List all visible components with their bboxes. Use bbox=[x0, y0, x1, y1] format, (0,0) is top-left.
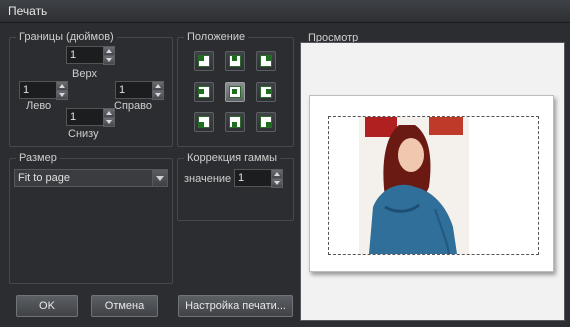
position-top-left-icon bbox=[198, 55, 210, 67]
preview-image bbox=[328, 116, 539, 255]
preview-panel bbox=[300, 42, 565, 321]
position-bottom-right-button[interactable] bbox=[256, 112, 276, 132]
position-middle-right-button[interactable] bbox=[256, 82, 276, 102]
ok-button[interactable]: OK bbox=[16, 295, 78, 317]
print-setup-button[interactable]: Настройка печати... bbox=[178, 295, 293, 317]
margin-bottom-down-arrow-icon[interactable] bbox=[103, 117, 115, 127]
margin-top-label: Верх bbox=[72, 68, 97, 80]
size-group: Размер Fit to page bbox=[9, 151, 173, 284]
position-bottom-left-button[interactable] bbox=[194, 112, 214, 132]
position-center-button[interactable] bbox=[225, 82, 245, 102]
margin-right-value[interactable]: 1 bbox=[115, 81, 154, 99]
position-group-title: Положение bbox=[184, 30, 249, 44]
margins-group-title: Границы (дюймов) bbox=[16, 30, 117, 44]
cancel-button[interactable]: Отмена bbox=[91, 295, 158, 317]
gamma-group-title: Коррекция гаммы bbox=[184, 151, 281, 165]
position-middle-left-icon bbox=[198, 86, 210, 98]
position-top-center-icon bbox=[229, 55, 241, 67]
margin-left-label: Лево bbox=[26, 100, 52, 112]
size-select-value: Fit to page bbox=[18, 172, 70, 184]
margins-group: Границы (дюймов) 1 Верх 1 Лево 1 Справо … bbox=[9, 30, 173, 147]
gamma-group: Коррекция гаммы значение 1 bbox=[177, 151, 294, 221]
position-top-right-icon bbox=[260, 55, 272, 67]
position-bottom-center-icon bbox=[229, 116, 241, 128]
gamma-value-label: значение bbox=[184, 173, 232, 185]
margin-top-stepper[interactable]: 1 bbox=[66, 46, 115, 65]
position-top-right-button[interactable] bbox=[256, 51, 276, 71]
preview-photo bbox=[329, 117, 538, 254]
margin-right-stepper[interactable]: 1 bbox=[115, 81, 164, 100]
margin-bottom-label: Снизу bbox=[68, 128, 99, 140]
position-middle-right-icon bbox=[260, 86, 272, 98]
gamma-stepper[interactable]: 1 bbox=[234, 169, 283, 188]
margin-right-label: Справо bbox=[114, 100, 152, 112]
size-select[interactable]: Fit to page bbox=[14, 169, 168, 187]
gamma-down-arrow-icon[interactable] bbox=[271, 178, 283, 188]
margin-right-down-arrow-icon[interactable] bbox=[152, 90, 164, 100]
size-group-title: Размер bbox=[16, 151, 60, 165]
position-bottom-center-button[interactable] bbox=[225, 112, 245, 132]
chevron-down-icon[interactable] bbox=[152, 170, 167, 186]
window-title: Печать bbox=[8, 4, 48, 18]
preview-paper bbox=[309, 95, 554, 272]
title-bar: Печать bbox=[0, 0, 570, 23]
position-center-icon bbox=[229, 86, 241, 98]
position-top-center-button[interactable] bbox=[225, 51, 245, 71]
gamma-value[interactable]: 1 bbox=[234, 169, 273, 187]
position-bottom-right-icon bbox=[260, 116, 272, 128]
position-bottom-left-icon bbox=[198, 116, 210, 128]
margin-left-value[interactable]: 1 bbox=[19, 81, 58, 99]
margin-bottom-stepper[interactable]: 1 bbox=[66, 108, 115, 127]
margin-top-down-arrow-icon[interactable] bbox=[103, 55, 115, 65]
margin-left-down-arrow-icon[interactable] bbox=[56, 90, 68, 100]
margin-left-stepper[interactable]: 1 bbox=[19, 81, 68, 100]
position-group: Положение bbox=[177, 30, 294, 147]
position-middle-left-button[interactable] bbox=[194, 82, 214, 102]
position-top-left-button[interactable] bbox=[194, 51, 214, 71]
margin-bottom-value[interactable]: 1 bbox=[66, 108, 105, 126]
margin-top-value[interactable]: 1 bbox=[66, 46, 105, 64]
